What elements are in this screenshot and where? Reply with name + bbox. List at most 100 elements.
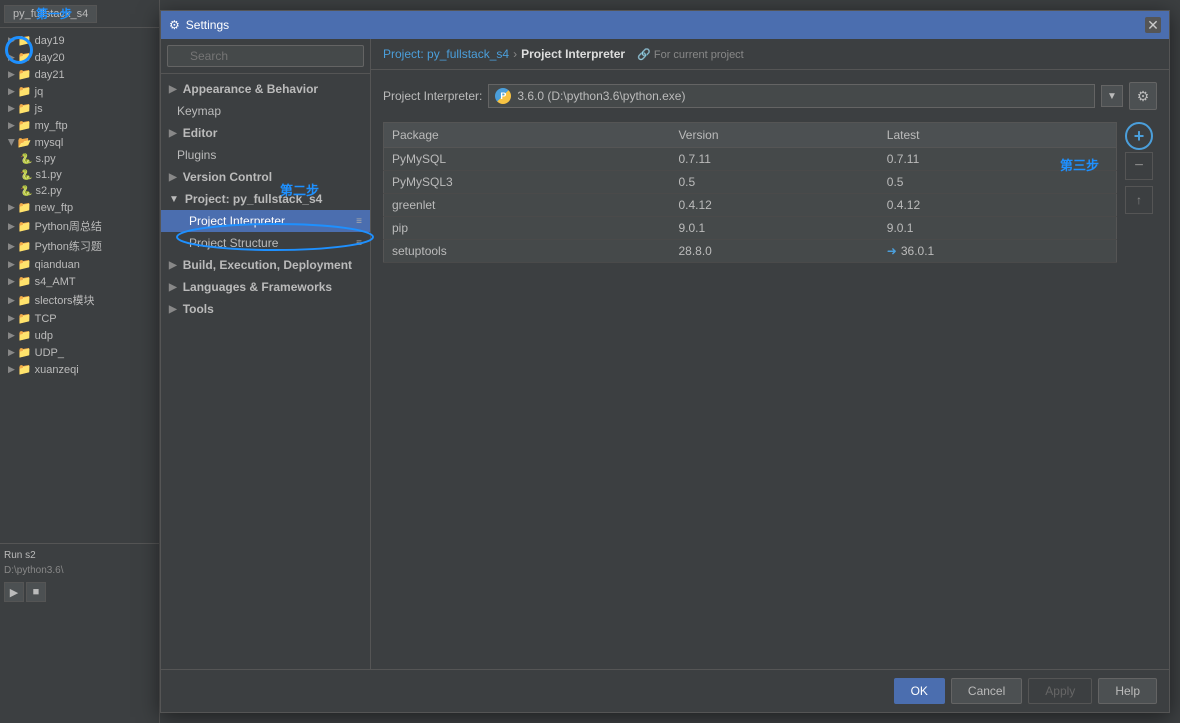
tree-item[interactable]: ▶📁qianduan: [0, 256, 159, 273]
sidebar-item-project-interpreter[interactable]: Project Interpreter ≡: [161, 210, 370, 232]
search-input[interactable]: [167, 45, 364, 67]
tree-item[interactable]: ▶📁udp: [0, 327, 159, 344]
tree-item[interactable]: ▶📂mysql: [0, 134, 159, 151]
breadcrumb: Project: py_fullstack_s4 › Project Inter…: [371, 39, 1169, 70]
expand-arrow: ▶: [169, 282, 177, 293]
cell-latest: 0.4.12: [879, 194, 1117, 217]
cell-package: greenlet: [384, 194, 671, 217]
cell-version: 0.7.11: [670, 148, 878, 171]
breadcrumb-current: Project Interpreter: [521, 47, 625, 61]
ide-toolbar: py_fullstack_s4: [0, 0, 159, 28]
tree-item[interactable]: ▶📁day19: [0, 32, 159, 49]
cell-package: PyMySQL: [384, 148, 671, 171]
sidebar-item-editor[interactable]: ▶ Editor: [161, 122, 370, 144]
cancel-button[interactable]: Cancel: [951, 678, 1022, 704]
dialog-footer: OK Cancel Apply Help: [161, 669, 1169, 712]
table-row[interactable]: PyMySQL30.50.5: [384, 171, 1117, 194]
search-area: 🔍: [161, 39, 370, 74]
sidebar-item-label: Project: py_fullstack_s4: [185, 192, 322, 206]
interpreter-dropdown-button[interactable]: ▼: [1101, 85, 1123, 107]
tree-item[interactable]: ▶📁jq: [0, 83, 159, 100]
sidebar-item-project[interactable]: ▼ Project: py_fullstack_s4: [161, 188, 370, 210]
settings-dialog: ⚙ Settings ✕ 🔍 ▶ Appearance & Behavior K…: [160, 10, 1170, 713]
tree-item[interactable]: ▶📁xuanzeqi: [0, 361, 159, 378]
tree-item[interactable]: ▶📁day21: [0, 66, 159, 83]
item-indicator: ≡: [356, 216, 362, 227]
packages-table-wrapper: Package Version Latest PyMySQL0.7.110.7.…: [383, 122, 1117, 263]
expand-arrow: ▶: [169, 260, 177, 271]
python-icon: P: [495, 88, 511, 104]
tree-item[interactable]: ▶📁day20: [0, 49, 159, 66]
help-button[interactable]: Help: [1098, 678, 1157, 704]
cell-package: pip: [384, 217, 671, 240]
sidebar-item-label: Project Interpreter: [189, 214, 285, 228]
cell-latest: 9.0.1: [879, 217, 1117, 240]
sidebar-item-project-structure[interactable]: Project Structure ≡: [161, 232, 370, 254]
sidebar-item-label: Appearance & Behavior: [183, 82, 318, 96]
run-btn[interactable]: ▶: [4, 582, 24, 602]
sidebar-item-label: Tools: [183, 302, 214, 316]
tree-item[interactable]: ▶📁my_ftp: [0, 117, 159, 134]
tree-item[interactable]: 🐍s2.py: [0, 183, 159, 199]
interpreter-label: Project Interpreter:: [383, 89, 482, 103]
sidebar-item-label: Build, Execution, Deployment: [183, 258, 352, 272]
sidebar-item-languages[interactable]: ▶ Languages & Frameworks: [161, 276, 370, 298]
cell-latest: 0.5: [879, 171, 1117, 194]
ok-button[interactable]: OK: [894, 678, 945, 704]
expand-arrow: ▼: [169, 194, 179, 205]
breadcrumb-separator: ›: [513, 47, 517, 61]
ide-tab[interactable]: py_fullstack_s4: [4, 5, 97, 23]
tree-item[interactable]: ▶📁s4_AMT: [0, 273, 159, 290]
ide-panel: py_fullstack_s4 ▶📁day19 ▶📁day20 ▶📁day21 …: [0, 0, 160, 723]
sidebar-item-label: Plugins: [177, 148, 216, 162]
cell-latest: 0.7.11: [879, 148, 1117, 171]
breadcrumb-project[interactable]: Project: py_fullstack_s4: [383, 47, 509, 61]
main-content: Project: py_fullstack_s4 › Project Inter…: [371, 39, 1169, 669]
table-row[interactable]: setuptools28.8.0➜36.0.1: [384, 240, 1117, 263]
interpreter-settings-button[interactable]: ⚙: [1129, 82, 1157, 110]
tree-item[interactable]: ▶📁Python周总结: [0, 216, 159, 236]
add-package-button[interactable]: +: [1125, 122, 1153, 150]
close-button[interactable]: ✕: [1145, 17, 1161, 33]
packages-table: Package Version Latest PyMySQL0.7.110.7.…: [383, 122, 1117, 263]
sidebar-item-keymap[interactable]: Keymap: [161, 100, 370, 122]
sidebar-item-appearance[interactable]: ▶ Appearance & Behavior: [161, 78, 370, 100]
expand-arrow: ▶: [169, 84, 177, 95]
expand-arrow: ▶: [169, 172, 177, 183]
apply-button[interactable]: Apply: [1028, 678, 1092, 704]
expand-arrow: ▶: [169, 304, 177, 315]
sidebar-item-tools[interactable]: ▶ Tools: [161, 298, 370, 320]
cell-version: 28.8.0: [670, 240, 878, 263]
dialog-titlebar: ⚙ Settings ✕: [161, 11, 1169, 39]
interpreter-value: 3.6.0 (D:\python3.6\python.exe): [517, 89, 1088, 103]
cell-latest: ➜36.0.1: [879, 240, 1117, 263]
upgrade-package-button[interactable]: ↑: [1125, 186, 1153, 214]
tree-item[interactable]: ▶📁TCP: [0, 310, 159, 327]
tree-item[interactable]: ▶📁UDP_: [0, 344, 159, 361]
col-header-package: Package: [384, 123, 671, 148]
stop-btn[interactable]: ■: [26, 582, 46, 602]
table-row[interactable]: greenlet0.4.120.4.12: [384, 194, 1117, 217]
table-row[interactable]: PyMySQL0.7.110.7.11: [384, 148, 1117, 171]
settings-sidebar: 🔍 ▶ Appearance & Behavior Keymap ▶ Edito…: [161, 39, 371, 669]
tree-item[interactable]: ▶📁new_ftp: [0, 199, 159, 216]
sidebar-item-version-control[interactable]: ▶ Version Control: [161, 166, 370, 188]
table-row[interactable]: pip9.0.19.0.1: [384, 217, 1117, 240]
sidebar-item-build[interactable]: ▶ Build, Execution, Deployment: [161, 254, 370, 276]
tree-item[interactable]: ▶📁slectors模块: [0, 290, 159, 310]
remove-package-button[interactable]: −: [1125, 152, 1153, 180]
item-indicator: ≡: [356, 238, 362, 249]
interpreter-select-box: P 3.6.0 (D:\python3.6\python.exe): [488, 84, 1095, 108]
dialog-title-text: Settings: [186, 18, 229, 32]
tree-item[interactable]: 🐍s.py: [0, 151, 159, 167]
col-header-latest: Latest: [879, 123, 1117, 148]
tree-item[interactable]: ▶📁Python练习题: [0, 236, 159, 256]
cell-package: PyMySQL3: [384, 171, 671, 194]
sidebar-item-plugins[interactable]: Plugins: [161, 144, 370, 166]
sidebar-item-label: Version Control: [183, 170, 272, 184]
update-arrow: ➜: [887, 244, 897, 258]
tree-item[interactable]: ▶📁js: [0, 100, 159, 117]
tree-item[interactable]: 🐍s1.py: [0, 167, 159, 183]
interpreter-row: Project Interpreter: P 3.6.0 (D:\python3…: [383, 82, 1157, 110]
cell-version: 9.0.1: [670, 217, 878, 240]
